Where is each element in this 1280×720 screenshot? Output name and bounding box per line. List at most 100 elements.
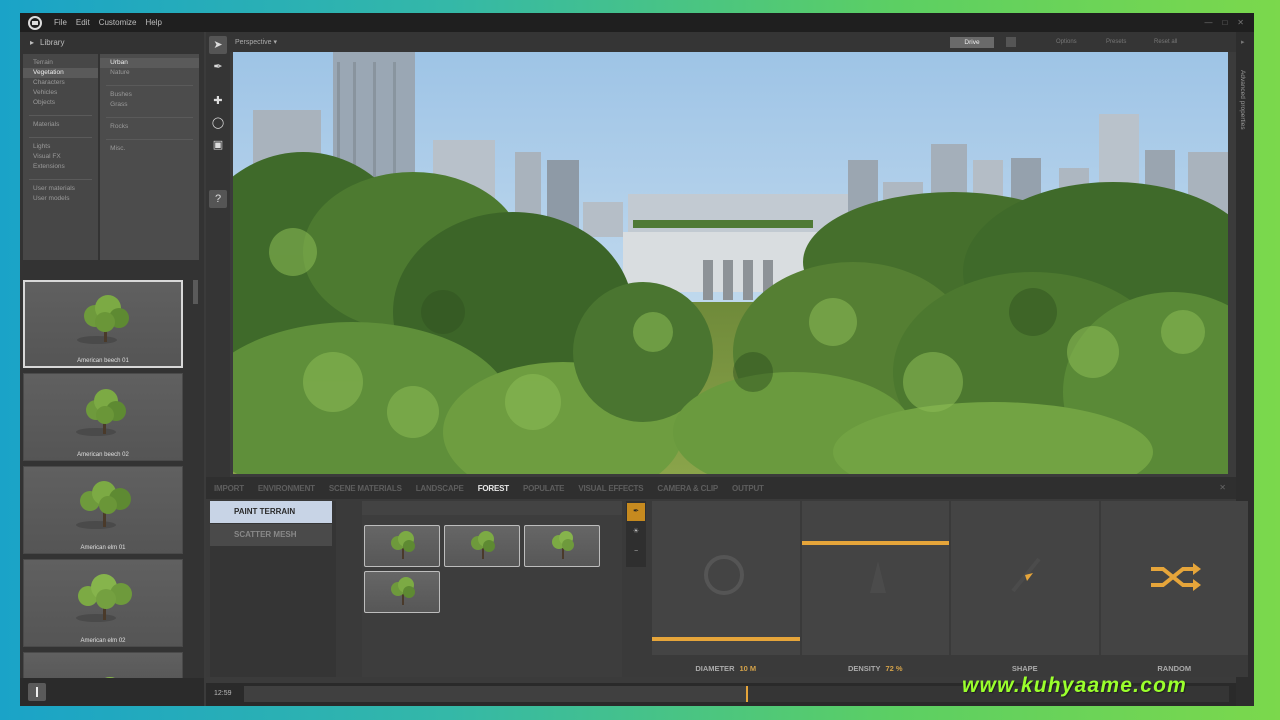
reset-all-dropdown[interactable]: Reset all bbox=[1154, 39, 1177, 45]
tool-column: ➤ ✒ ✚ ◯ ▣ ? bbox=[206, 32, 230, 485]
subcategory-list: Urban Nature Bushes Grass Rocks Misc. bbox=[100, 54, 199, 260]
asset-thumbnail[interactable]: American beech 01 bbox=[23, 280, 183, 368]
density-label-text: DENSITY bbox=[847, 664, 881, 673]
advanced-properties-label: Advanced properties bbox=[1239, 70, 1246, 130]
category-vehicles[interactable]: Vehicles bbox=[23, 88, 98, 98]
category-extensions[interactable]: Extensions bbox=[23, 162, 98, 172]
scale-icon[interactable]: ▣ bbox=[209, 136, 227, 154]
category-materials[interactable]: Materials bbox=[23, 120, 98, 130]
subcategory-bushes[interactable]: Bushes bbox=[100, 90, 199, 100]
remove-species-icon[interactable]: − bbox=[627, 543, 645, 561]
category-vegetation[interactable]: Vegetation bbox=[23, 68, 99, 78]
category-user-models[interactable]: User models bbox=[23, 194, 98, 204]
subcategory-urban[interactable]: Urban bbox=[100, 58, 199, 68]
app-window: File Edit Customize Help — □ ✕ ▸ Library… bbox=[20, 13, 1254, 706]
shape-icon bbox=[1011, 557, 1041, 593]
library-panel: ▸ Library Terrain Vegetation Characters … bbox=[20, 32, 204, 706]
library-title: Library bbox=[40, 37, 65, 47]
asset-thumbnail[interactable]: American elm 01 bbox=[23, 466, 183, 554]
watermark-text: www.kuhyaame.com bbox=[962, 674, 1187, 697]
category-objects[interactable]: Objects bbox=[23, 98, 98, 108]
divider bbox=[29, 108, 93, 116]
shuffle-icon[interactable] bbox=[1147, 563, 1203, 591]
diameter-label-text: DIAMETER bbox=[695, 664, 735, 673]
subcategory-misc[interactable]: Misc. bbox=[100, 144, 199, 154]
random-control[interactable]: RANDOM bbox=[1100, 501, 1248, 677]
asset-label: American beech 01 bbox=[77, 358, 129, 364]
bottom-panel: IMPORT ENVIRONMENT SCENE MATERIALS LANDS… bbox=[206, 477, 1248, 677]
subcategory-nature[interactable]: Nature bbox=[100, 68, 199, 78]
asset-thumbnail[interactable]: American beech 02 bbox=[23, 373, 183, 461]
options-dropdown[interactable]: Options bbox=[1056, 39, 1077, 45]
diameter-control[interactable]: DIAMETER 10 M bbox=[652, 501, 800, 677]
category-visual-fx[interactable]: Visual FX bbox=[23, 152, 98, 162]
menu-customize[interactable]: Customize bbox=[99, 18, 137, 27]
menu-file[interactable]: File bbox=[54, 18, 67, 27]
asset-thumbnail-list: American beech 01 American beech 02 Amer… bbox=[23, 280, 199, 706]
category-terrain[interactable]: Terrain bbox=[23, 58, 98, 68]
asset-thumbnail[interactable]: American elm 02 bbox=[23, 559, 183, 647]
3d-viewport[interactable] bbox=[233, 52, 1228, 474]
category-lights[interactable]: Lights bbox=[23, 142, 98, 152]
time-slider-handle[interactable] bbox=[746, 686, 749, 702]
paint-terrain-button[interactable]: PAINT TERRAIN bbox=[210, 501, 332, 523]
shape-control[interactable]: SHAPE bbox=[951, 501, 1099, 677]
minimize-icon[interactable]: — bbox=[1204, 18, 1212, 27]
chevron-left-icon[interactable]: ▸ bbox=[30, 38, 34, 47]
select-arrow-icon[interactable]: ➤ bbox=[209, 36, 227, 54]
library-toggle-button[interactable] bbox=[28, 683, 46, 701]
tree-icon bbox=[391, 531, 415, 559]
category-user-materials[interactable]: User materials bbox=[23, 184, 98, 194]
tab-scene-materials[interactable]: SCENE MATERIALS bbox=[329, 484, 402, 493]
species-thumbnail[interactable] bbox=[364, 571, 440, 613]
menu-edit[interactable]: Edit bbox=[76, 18, 90, 27]
maximize-icon[interactable]: □ bbox=[1222, 18, 1227, 27]
menu-help[interactable]: Help bbox=[145, 18, 161, 27]
close-panel-icon[interactable]: ✕ bbox=[1219, 483, 1226, 492]
tree-icon bbox=[76, 481, 131, 529]
tab-environment[interactable]: ENVIRONMENT bbox=[258, 484, 315, 493]
paint-brush-icon[interactable]: ✒ bbox=[627, 503, 645, 521]
time-of-day: 12:59 bbox=[214, 690, 232, 697]
species-thumbnail[interactable] bbox=[364, 525, 440, 567]
density-control[interactable]: DENSITY 72 % bbox=[801, 501, 950, 677]
scatter-mesh-button[interactable]: SCATTER MESH bbox=[210, 524, 332, 546]
brush-icon[interactable]: ✒ bbox=[209, 58, 227, 76]
subcategory-grass[interactable]: Grass bbox=[100, 100, 199, 110]
species-thumbnail[interactable] bbox=[524, 525, 600, 567]
rotate-icon[interactable]: ◯ bbox=[209, 114, 227, 132]
add-species-icon[interactable]: ☀ bbox=[627, 523, 645, 541]
asset-label: American elm 01 bbox=[80, 545, 126, 551]
collapse-icon[interactable]: ▸ bbox=[1241, 38, 1245, 46]
density-label: DENSITY 72 % bbox=[802, 664, 950, 673]
category-characters[interactable]: Characters bbox=[23, 78, 98, 88]
species-thumbnail[interactable] bbox=[444, 525, 520, 567]
presets-dropdown[interactable]: Presets bbox=[1106, 39, 1126, 45]
drive-button[interactable]: Drive bbox=[950, 37, 994, 48]
tab-forest[interactable]: FOREST bbox=[478, 484, 509, 493]
view-toggle-button[interactable] bbox=[1006, 37, 1016, 47]
tab-camera-clip[interactable]: CAMERA & CLIP bbox=[657, 484, 718, 493]
category-list: Terrain Vegetation Characters Vehicles O… bbox=[23, 54, 99, 260]
tree-icon bbox=[552, 531, 574, 559]
diameter-label: DIAMETER 10 M bbox=[652, 664, 800, 673]
app-logo-icon bbox=[28, 15, 42, 30]
tree-icon bbox=[471, 531, 495, 559]
tab-output[interactable]: OUTPUT bbox=[732, 484, 764, 493]
camera-mode-dropdown[interactable]: Perspective ▾ bbox=[235, 38, 277, 46]
subcategory-rocks[interactable]: Rocks bbox=[100, 122, 199, 132]
tab-visual-effects[interactable]: VISUAL EFFECTS bbox=[578, 484, 643, 493]
library-scrollbar[interactable] bbox=[193, 280, 198, 304]
move-icon[interactable]: ✚ bbox=[209, 92, 227, 110]
divider bbox=[29, 130, 93, 138]
tab-landscape[interactable]: LANDSCAPE bbox=[416, 484, 464, 493]
tab-import[interactable]: IMPORT bbox=[214, 484, 244, 493]
time-slider-fill bbox=[244, 686, 747, 702]
help-icon[interactable]: ? bbox=[209, 190, 227, 208]
camera-mode-label: Perspective bbox=[235, 39, 272, 46]
divider bbox=[29, 172, 93, 180]
tab-populate[interactable]: POPULATE bbox=[523, 484, 565, 493]
diameter-circle-icon bbox=[704, 555, 744, 595]
close-icon[interactable]: ✕ bbox=[1237, 18, 1244, 27]
species-header bbox=[362, 501, 622, 515]
